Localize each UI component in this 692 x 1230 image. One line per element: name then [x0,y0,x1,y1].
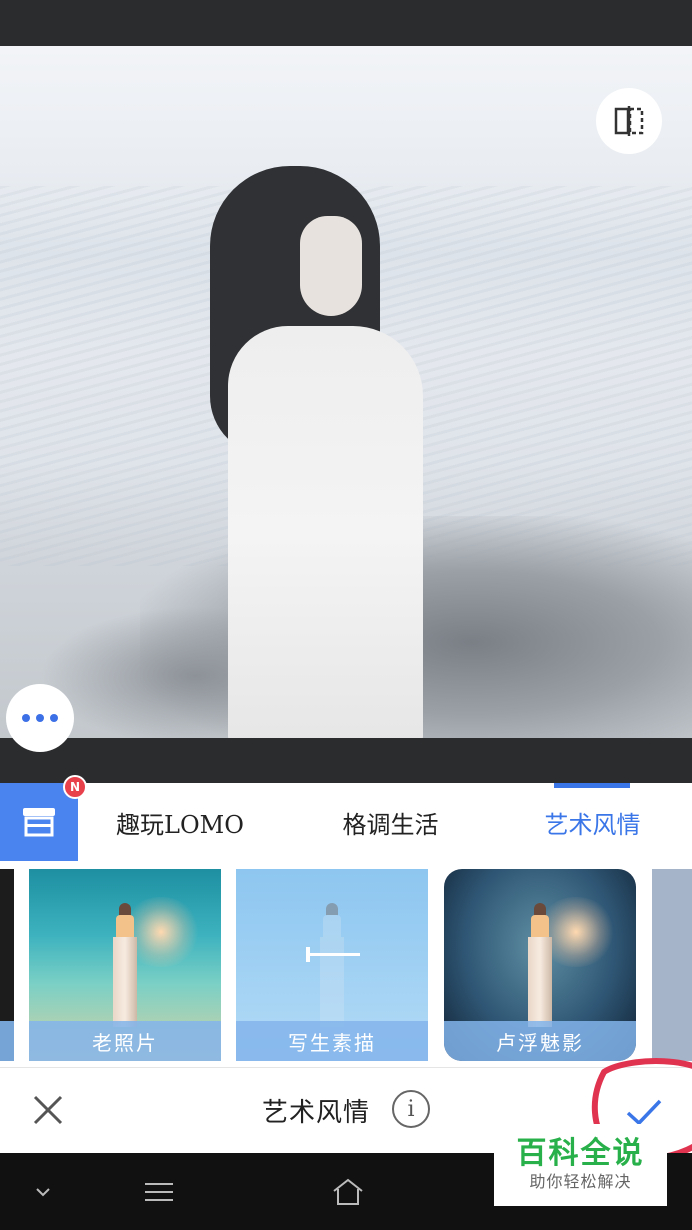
lighthouse-image [522,897,616,1027]
compare-button[interactable] [596,88,662,154]
filter-label: 老照片 [29,1021,221,1061]
lighthouse-image [107,897,201,1027]
lighthouse-image [314,897,350,1027]
close-icon [33,1095,63,1125]
check-icon [626,1099,662,1126]
more-dots-icon [19,714,61,722]
status-strip [0,0,692,46]
menu-icon [145,1183,173,1201]
active-tab-indicator [554,783,630,788]
store-icon [23,808,55,837]
photo-subject-dress [228,326,423,738]
intensity-slider-icon[interactable] [306,947,360,962]
filter-thumb-louvre[interactable]: 卢浮魅影 [444,869,636,1061]
tab-fun-lomo[interactable]: 趣玩LOMO [100,783,260,861]
chevron-down-icon [36,1188,50,1197]
compare-icon [614,106,644,136]
home-icon [333,1178,363,1205]
photo-preview [0,46,692,738]
tab-style-life[interactable]: 格调生活 [318,783,463,861]
more-button[interactable] [6,684,74,752]
tab-art-style[interactable]: 艺术风情 [520,783,665,861]
nav-menu-button[interactable] [140,1172,178,1212]
store-new-badge: N [63,775,87,799]
close-button[interactable] [28,1090,68,1130]
filter-label: 写生素描 [236,1021,428,1061]
watermark: 百科全说 助你轻松解决 [494,1124,667,1206]
filter-thumb-partial[interactable] [652,869,692,1061]
nav-back-button[interactable] [26,1172,60,1212]
watermark-title: 百科全说 [516,1136,645,1171]
filter-thumb-old-photo[interactable]: 老照片 [29,869,221,1061]
filter-thumb-partial[interactable] [0,869,14,1061]
filter-thumb-sketch[interactable]: 写生素描 [236,869,428,1061]
filter-label: 卢浮魅影 [444,1021,636,1061]
photo-subject-face [300,216,362,316]
watermark-subtitle: 助你轻松解决 [529,1172,632,1191]
info-button[interactable]: i [392,1090,430,1128]
nav-home-button[interactable] [328,1172,368,1212]
info-icon: i [407,1096,415,1122]
action-title: 艺术风情 [262,1097,371,1128]
